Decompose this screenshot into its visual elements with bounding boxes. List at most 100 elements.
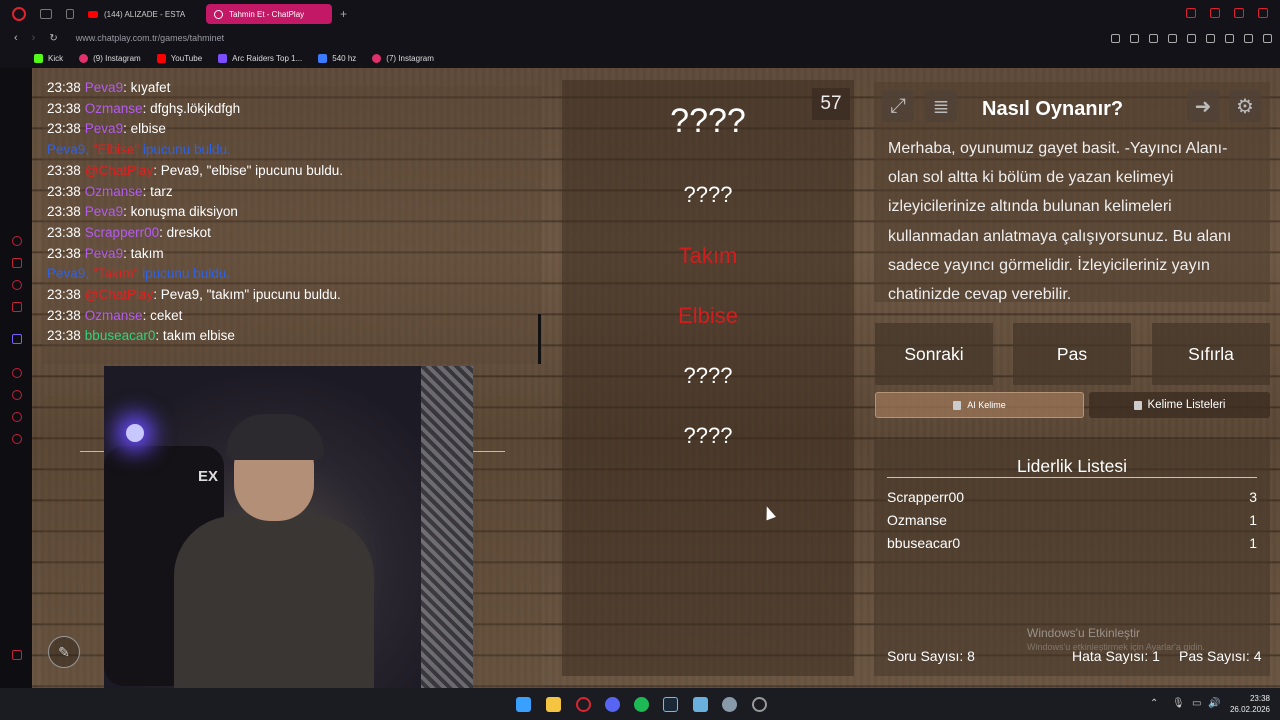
history-icon[interactable] <box>12 368 22 378</box>
pass-button[interactable]: Pas <box>1013 323 1131 385</box>
volume-icon[interactable]: 🔊 <box>1208 698 1220 709</box>
clock-time: 23:38 <box>1249 694 1270 703</box>
start-icon[interactable] <box>516 697 531 712</box>
pen-icon[interactable]: ✎ <box>48 636 80 668</box>
word-lists-button[interactable]: Kelime Listeleri <box>1089 392 1270 418</box>
microphone-icon[interactable]: 🎙 <box>1172 698 1185 709</box>
youtube-icon <box>88 10 98 18</box>
download-icon[interactable] <box>1244 33 1253 43</box>
aria-icon[interactable] <box>12 236 22 246</box>
chat-username: @ChatPlay <box>84 287 154 302</box>
clue-word-1: ???? <box>683 182 733 207</box>
spotify-icon[interactable] <box>634 697 649 712</box>
obs-icon[interactable] <box>752 697 767 712</box>
exit-icon[interactable]: ➜ <box>1187 90 1219 122</box>
player-icon[interactable] <box>12 302 22 312</box>
chat-timestamp: 23:38 <box>47 307 81 323</box>
network-icon[interactable]: ▭ <box>1192 698 1201 709</box>
gift-icon[interactable] <box>12 412 22 422</box>
chair-logo-text: EX <box>198 468 219 485</box>
chat-message: 23:38 Peva9: elbise <box>47 121 166 136</box>
opera-gx-icon[interactable] <box>576 697 591 712</box>
chat-username: Peva9 <box>84 80 124 95</box>
extensions-icon[interactable] <box>1206 33 1215 43</box>
pass-count: Pas Sayısı: 4 <box>1179 648 1262 664</box>
ai-word-button[interactable]: AI Kelime <box>875 392 1084 418</box>
back-icon[interactable]: ‹ <box>14 32 18 44</box>
tab-label: Tahmin Et - ChatPlay <box>229 9 305 19</box>
chatplay-icon <box>214 9 223 19</box>
chat-scrollbar[interactable] <box>538 314 541 364</box>
clock-icon[interactable] <box>12 390 22 400</box>
document-icon[interactable]: ≣ <box>925 90 957 122</box>
bookmark-instagram-9[interactable]: (9) Instagram <box>79 53 141 63</box>
settings-icon[interactable] <box>722 697 737 712</box>
vpn-icon[interactable] <box>1149 33 1158 43</box>
settings-icon[interactable] <box>12 434 22 444</box>
notepad-icon <box>1133 400 1142 410</box>
leaderboard-row: bbuseacar0 1 <box>887 535 1257 551</box>
chat-separator: : <box>142 307 151 323</box>
tab-youtube[interactable]: (144) ALIZADE - ESTA <box>80 4 200 24</box>
url-field[interactable]: www.chatplay.com.tr/games/tahminet <box>76 33 224 43</box>
player-name: Scrapperr00 <box>887 489 965 505</box>
chat-timestamp: 23:38 <box>47 245 81 261</box>
new-tab-button[interactable]: + <box>340 7 347 21</box>
chat-message: 23:38 bbuseacar0: takım elbise <box>47 328 235 343</box>
toolbar-icons <box>1111 33 1272 43</box>
reload-icon[interactable]: ↻ <box>49 33 57 44</box>
game-page: EX ✎ 57 ???? ???? Takım Elbise ???? ????… <box>32 68 1280 688</box>
chat-separator: : <box>155 328 163 344</box>
chat-message: 23:38 @ChatPlay: Peva9, "elbise" ipucunu … <box>47 163 343 178</box>
twitch-icon[interactable] <box>12 334 22 344</box>
search-tabs-icon[interactable] <box>1186 8 1196 18</box>
crypto-wallet-icon[interactable] <box>12 258 22 268</box>
menu-icon[interactable] <box>1263 33 1272 43</box>
bookmark-instagram-7[interactable]: (7) Instagram <box>372 53 434 63</box>
next-button[interactable]: Sonraki <box>875 323 993 385</box>
purple-light <box>126 424 144 442</box>
chat-separator: : <box>142 100 151 116</box>
bookmark-arc-raiders[interactable]: Arc Raiders Top 1... <box>218 53 302 63</box>
fullscreen-icon[interactable]: ⤢ <box>882 90 914 122</box>
chat-timestamp: 23:38 <box>47 100 81 116</box>
tab-label: (144) ALIZADE - ESTA <box>104 9 186 19</box>
workspaces-icon[interactable] <box>40 9 52 19</box>
bookmark-kick[interactable]: Kick <box>34 53 63 63</box>
system-clock[interactable]: 23:38 26.02.2026 <box>1230 693 1270 715</box>
minimize-icon[interactable] <box>1210 8 1220 18</box>
forward-icon[interactable]: › <box>32 32 36 44</box>
chat-text: ceket <box>150 307 183 323</box>
streamer-cap <box>226 414 324 460</box>
opera-logo-icon[interactable] <box>12 7 26 21</box>
steam-icon[interactable] <box>663 697 678 712</box>
bookmark-540hz[interactable]: 540 hz <box>318 53 356 63</box>
instagram-icon <box>79 53 89 63</box>
chat-separator: : <box>142 183 151 199</box>
snapshot-icon[interactable] <box>1130 33 1139 43</box>
file-explorer-icon[interactable] <box>546 697 561 712</box>
vimeo-icon <box>318 53 328 63</box>
player-score: 1 <box>1249 512 1257 528</box>
play-icon[interactable] <box>1168 33 1177 43</box>
chat-username: bbuseacar0 <box>84 328 156 344</box>
chat-username: Ozmanse <box>84 100 143 116</box>
how-to-play-text: Merhaba, oyunumuz gayet basit. -Yayıncı … <box>888 140 1232 304</box>
gear-icon[interactable]: ⚙ <box>1229 90 1261 122</box>
chat-timestamp: 23:38 <box>47 287 81 302</box>
notepad-icon[interactable] <box>693 697 708 712</box>
tab-stack-icon[interactable] <box>66 9 74 19</box>
tab-chatplay[interactable]: Tahmin Et - ChatPlay <box>206 4 332 24</box>
pin-icon[interactable] <box>1111 33 1120 43</box>
gx-icon[interactable] <box>12 650 22 660</box>
reset-button[interactable]: Sıfırla <box>1152 323 1270 385</box>
discord-icon[interactable] <box>605 697 620 712</box>
chat-text: takım elbise <box>162 328 235 344</box>
bookmark-youtube[interactable]: YouTube <box>156 53 202 63</box>
maximize-icon[interactable] <box>1234 8 1244 18</box>
wallet-icon[interactable] <box>1225 33 1234 43</box>
close-icon[interactable] <box>1258 8 1268 18</box>
discord-icon[interactable] <box>12 280 22 290</box>
heart-icon[interactable] <box>1187 33 1196 43</box>
chevron-up-icon[interactable]: ⌃ <box>1150 698 1158 709</box>
